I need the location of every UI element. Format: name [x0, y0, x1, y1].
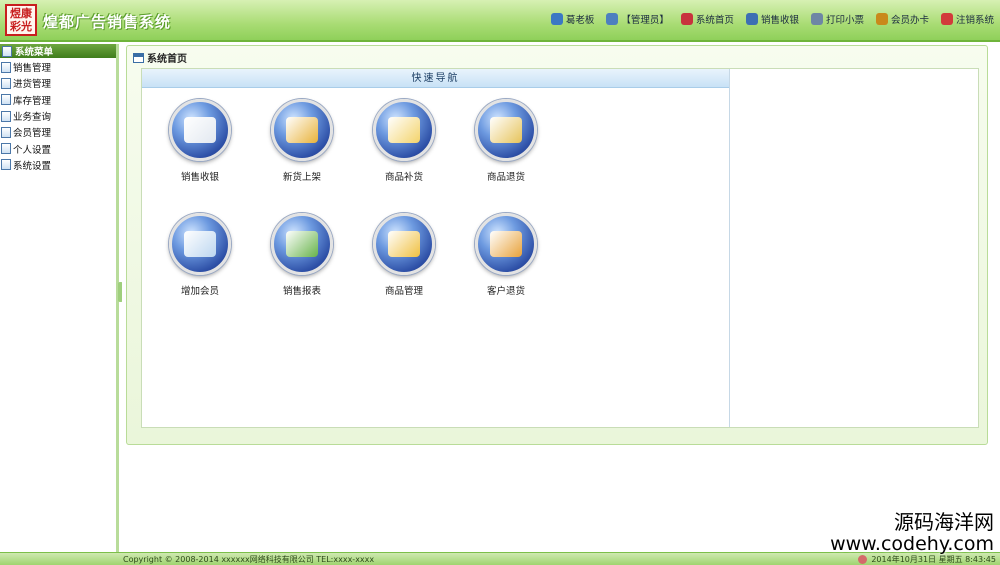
cashier-icon	[745, 13, 758, 25]
sales-report-icon	[286, 231, 318, 257]
quick-nav-tile[interactable]: 销售收银	[150, 99, 250, 183]
sidebar-item-label: 会员管理	[13, 128, 52, 140]
orb-button	[169, 213, 231, 275]
top-nav-label: 葛老板	[565, 15, 595, 26]
customer-return-icon	[490, 231, 522, 257]
watermark-url: www.codehy.com	[830, 533, 994, 555]
goods-manage-icon	[388, 231, 420, 257]
menu-icon	[2, 45, 12, 57]
orb-button	[475, 99, 537, 161]
add-member-icon	[184, 231, 216, 257]
watermark: 源码海洋网 www.codehy.com	[830, 512, 994, 554]
return-goods-icon	[490, 117, 522, 143]
top-nav-item-role[interactable]: 【管理员】	[606, 12, 669, 26]
sidebar-item-2[interactable]: 进货管理	[0, 75, 116, 91]
top-nav-item-logout[interactable]: 注销系统	[940, 12, 994, 26]
document-icon	[1, 110, 11, 122]
quick-nav-tile[interactable]: 商品补货	[354, 99, 454, 183]
top-nav-label: 系统首页	[695, 15, 734, 26]
sidebar-item-label: 库存管理	[13, 95, 52, 107]
sidebar: 系统菜单 销售管理进货管理库存管理业务查询会员管理个人设置系统设置	[0, 44, 119, 552]
orb-button	[271, 213, 333, 275]
top-nav-label: 注销系统	[955, 15, 994, 26]
sidebar-item-4[interactable]: 业务查询	[0, 108, 116, 124]
top-nav-item-cashier[interactable]: 销售收银	[745, 12, 799, 26]
sidebar-header: 系统菜单	[0, 44, 116, 58]
sidebar-item-5[interactable]: 会员管理	[0, 124, 116, 140]
document-icon	[1, 77, 11, 89]
quick-nav: 快速导航 销售收银 新货上架 商品补货 商品退货增加会员 销售报表 商品管理 客户退货	[142, 69, 730, 427]
sidebar-item-label: 系统设置	[13, 160, 52, 172]
orb-button	[373, 213, 435, 275]
main-content: 系统首页 快速导航 销售收银 新货上架 商品补货 商品退货增加会员 销售报表 商品管理 客户…	[122, 44, 1000, 552]
panel-title: 系统首页	[133, 50, 187, 65]
top-header: 煜康彩光 煌都广告销售系统 葛老板 【管理员】 系统首页 销售收银 打印小票 会员办卡 注销…	[0, 0, 1000, 42]
top-nav-label: 【管理员】	[621, 15, 669, 26]
document-icon	[1, 61, 11, 73]
top-nav: 葛老板 【管理员】 系统首页 销售收银 打印小票 会员办卡 注销系统	[550, 12, 994, 26]
top-nav-item-member-card[interactable]: 会员办卡	[875, 12, 929, 26]
tile-label: 客户退货	[486, 286, 525, 297]
sidebar-item-1[interactable]: 销售管理	[0, 59, 116, 75]
quick-nav-tile[interactable]: 商品管理	[354, 213, 454, 297]
top-nav-item-home[interactable]: 系统首页	[680, 12, 734, 26]
datetime-text: 2014年10月31日 星期五 8:43:45	[871, 555, 996, 564]
quick-nav-tile[interactable]: 客户退货	[456, 213, 556, 297]
new-goods-icon	[286, 117, 318, 143]
member-card-icon	[875, 13, 888, 25]
sidebar-title: 系统菜单	[15, 47, 54, 58]
sidebar-item-6[interactable]: 个人设置	[0, 140, 116, 156]
document-icon	[1, 159, 11, 171]
logo-text: 煜康彩光	[10, 7, 32, 33]
top-nav-label: 打印小票	[825, 15, 864, 26]
logout-icon	[940, 13, 953, 25]
clock: 2014年10月31日 星期五 8:43:45	[858, 554, 996, 565]
clock-icon	[858, 555, 868, 564]
quick-nav-title: 快速导航	[142, 69, 729, 88]
top-nav-label: 会员办卡	[890, 15, 929, 26]
top-nav-item-printer[interactable]: 打印小票	[810, 12, 864, 26]
copyright-text: Copyright © 2008-2014 xxxxxx网络科技有限公司 TEL…	[123, 555, 375, 564]
sidebar-item-3[interactable]: 库存管理	[0, 92, 116, 108]
orb-button	[169, 99, 231, 161]
document-icon	[1, 94, 11, 106]
tile-label: 商品补货	[384, 172, 423, 183]
sidebar-item-label: 业务查询	[13, 112, 52, 124]
user-icon	[550, 13, 563, 25]
tile-label: 商品退货	[486, 172, 525, 183]
printer-icon	[810, 13, 823, 25]
quick-nav-tile[interactable]: 新货上架	[252, 99, 352, 183]
sidebar-menu: 销售管理进货管理库存管理业务查询会员管理个人设置系统设置	[0, 58, 116, 173]
orb-button	[373, 99, 435, 161]
quick-nav-tile[interactable]: 商品退货	[456, 99, 556, 183]
orb-button	[271, 99, 333, 161]
role-icon	[606, 13, 619, 25]
panel-title-text: 系统首页	[147, 54, 187, 65]
logo: 煜康彩光	[5, 4, 37, 36]
panel-body: 快速导航 销售收银 新货上架 商品补货 商品退货增加会员 销售报表 商品管理 客户退货	[141, 68, 979, 428]
sidebar-item-label: 进货管理	[13, 79, 52, 91]
cash-register-icon	[184, 117, 216, 143]
document-icon	[1, 143, 11, 155]
tile-label: 商品管理	[384, 286, 423, 297]
home-panel: 系统首页 快速导航 销售收银 新货上架 商品补货 商品退货增加会员 销售报表 商品管理 客户…	[126, 45, 988, 445]
quick-nav-tile[interactable]: 增加会员	[150, 213, 250, 297]
orb-button	[475, 213, 537, 275]
app-title: 煌都广告销售系统	[43, 13, 172, 31]
tile-label: 销售报表	[282, 286, 321, 297]
sidebar-item-label: 销售管理	[13, 63, 52, 75]
tile-label: 新货上架	[282, 172, 321, 183]
quick-nav-tile[interactable]: 销售报表	[252, 213, 352, 297]
top-nav-item-user[interactable]: 葛老板	[550, 12, 595, 26]
sidebar-item-7[interactable]: 系统设置	[0, 157, 116, 173]
sidebar-item-label: 个人设置	[13, 144, 52, 156]
restock-icon	[388, 117, 420, 143]
tile-label: 销售收银	[180, 172, 219, 183]
top-nav-label: 销售收银	[760, 15, 799, 26]
home-icon	[680, 13, 693, 25]
tile-label: 增加会员	[180, 286, 219, 297]
document-icon	[1, 126, 11, 138]
window-icon	[133, 52, 144, 63]
watermark-cn: 源码海洋网	[894, 510, 994, 534]
